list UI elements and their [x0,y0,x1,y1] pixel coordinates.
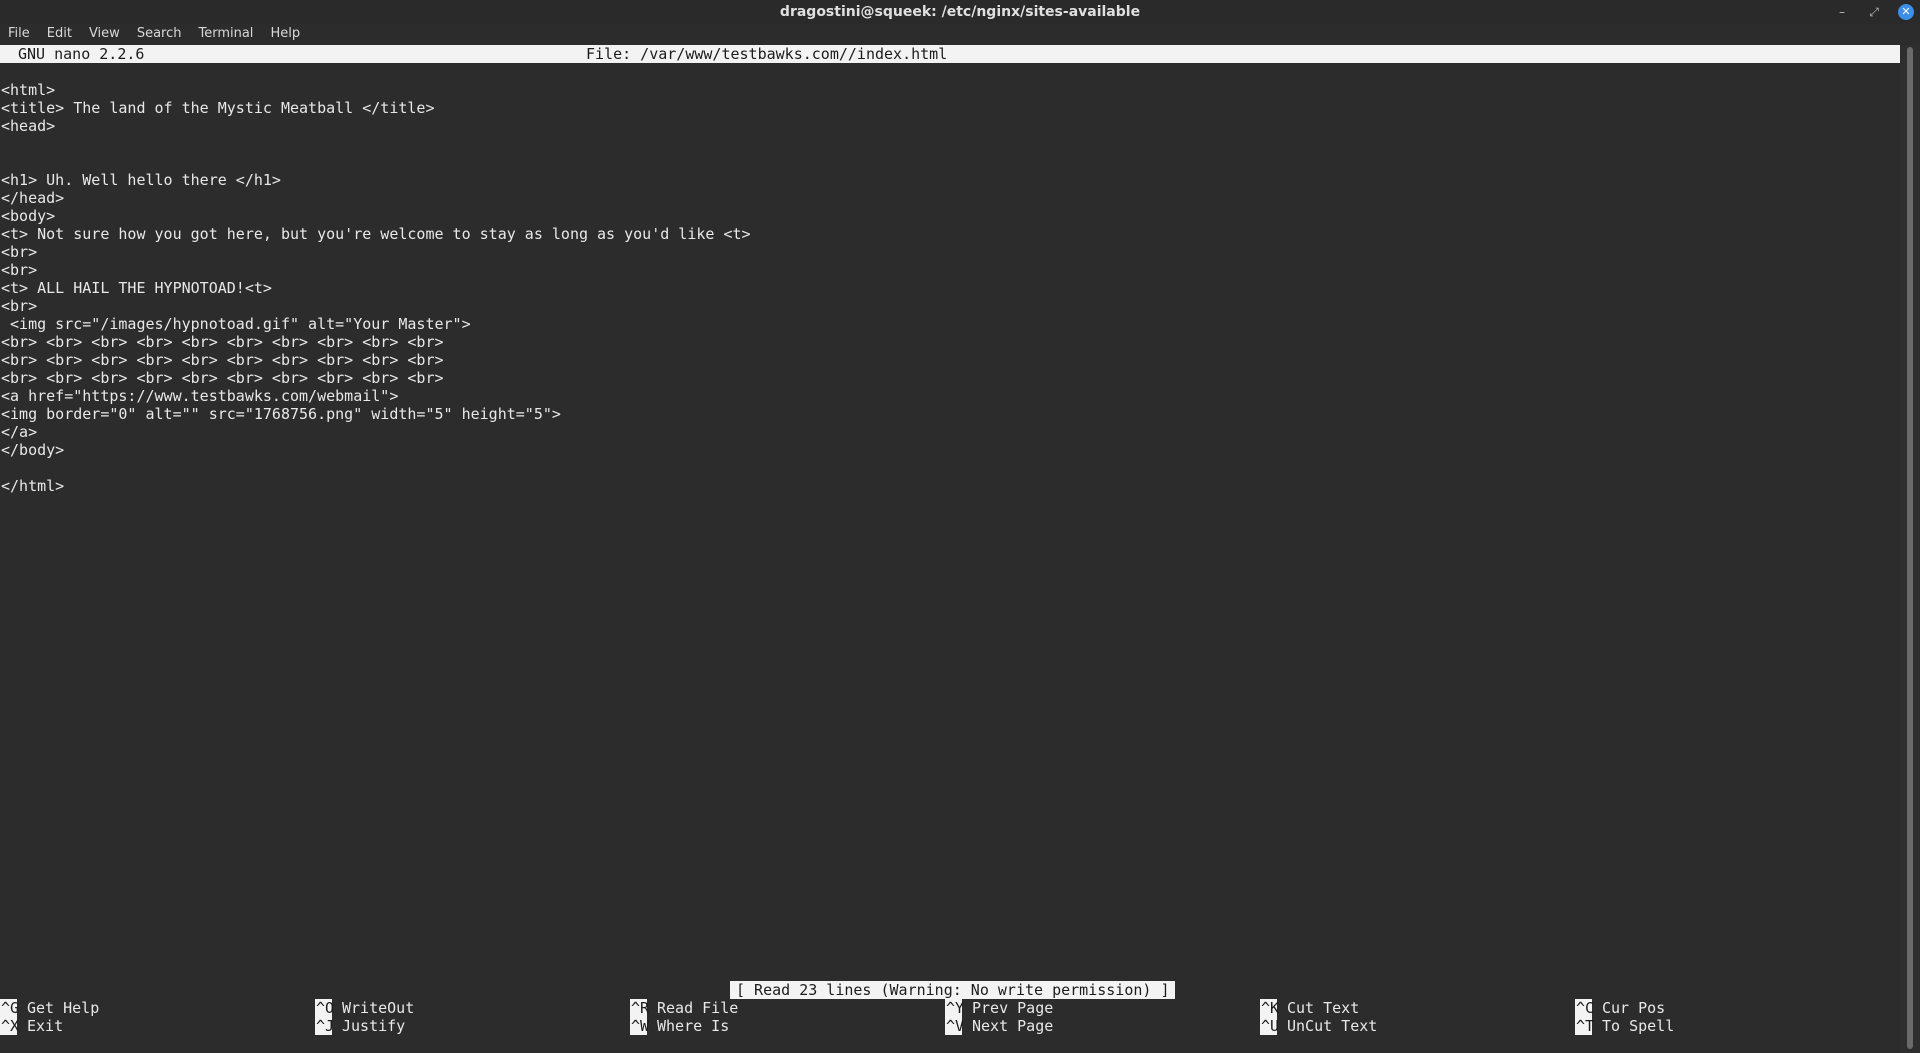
shortcut-prev-page[interactable]: ^Y Prev Page [945,999,1053,1017]
editor-line: <a href="https://www.testbawks.com/webma… [1,387,399,405]
shortcut-label: Read File [657,999,739,1017]
editor-line: <title> The land of the Mystic Meatball … [1,99,435,117]
window-titlebar[interactable]: dragostini@squeek: /etc/nginx/sites-avai… [0,0,1920,24]
menu-edit[interactable]: Edit [47,26,72,41]
editor-line: </html> [1,477,65,495]
editor-line: <t> ALL HAIL THE HYPNOTOAD!<t> [1,279,272,297]
editor-area[interactable]: <html> <title> The land of the Mystic Me… [0,63,1900,983]
shortcut-label: Cur Pos [1602,999,1666,1017]
nano-header: GNU nano 2.2.6 File: /var/www/testbawks.… [0,45,1900,63]
shortcut-label: Next Page [972,1017,1054,1035]
editor-line: <img border="0" alt="" src="1768756.png"… [1,405,561,423]
menu-terminal[interactable]: Terminal [198,26,253,41]
editor-line: </a> [1,423,38,441]
menu-help[interactable]: Help [270,26,300,41]
shortcut-uncut-text[interactable]: ^U UnCut Text [1260,1017,1377,1035]
shortcut-key: ^X [0,1017,20,1035]
nano-file-label: File: /var/www/testbawks.com//index.html [586,45,948,63]
editor-line: <br> [1,297,38,315]
menu-bar: File Edit View Search Terminal Help [0,24,1920,43]
editor-line: <img src="/images/hypnotoad.gif" alt="Yo… [1,315,471,333]
window-title: dragostini@squeek: /etc/nginx/sites-avai… [779,4,1141,20]
editor-line: <h1> Uh. Well hello there </h1> [1,171,281,189]
editor-line: </head> [1,189,65,207]
shortcut-to-spell[interactable]: ^T To Spell [1575,1017,1674,1035]
editor-line: <br> [1,243,38,261]
menu-search[interactable]: Search [137,26,182,41]
shortcut-label: Prev Page [972,999,1054,1017]
shortcut-key: ^J [315,1017,335,1035]
terminal-scrollbar[interactable] [1900,45,1920,1053]
shortcut-label: Get Help [27,999,100,1017]
shortcut-key: ^W [630,1017,650,1035]
close-icon[interactable]: ✕ [1898,4,1914,20]
editor-line: <br> <br> <br> <br> <br> <br> <br> <br> … [1,351,444,369]
shortcut-next-page[interactable]: ^V Next Page [945,1017,1053,1035]
editor-line: <t> Not sure how you got here, but you'r… [1,225,751,243]
shortcut-label: Justify [342,1017,406,1035]
shortcut-key: ^K [1260,999,1280,1017]
shortcut-key: ^R [630,999,650,1017]
editor-line: <br> <br> <br> <br> <br> <br> <br> <br> … [1,333,444,351]
editor-line: <head> [1,117,56,135]
shortcut-label: UnCut Text [1287,1017,1378,1035]
shortcut-read-file[interactable]: ^R Read File [630,999,738,1017]
shortcut-key: ^Y [945,999,965,1017]
shortcut-cut-text[interactable]: ^K Cut Text [1260,999,1359,1017]
shortcut-label: Where Is [657,1017,730,1035]
editor-line: <br> <br> <br> <br> <br> <br> <br> <br> … [1,369,444,387]
editor-line: <body> [1,207,56,225]
window-controls: – ⤢ ✕ [1834,0,1914,24]
shortcut-label: WriteOut [342,999,415,1017]
shortcut-cur-pos[interactable]: ^C Cur Pos [1575,999,1665,1017]
shortcut-where-is[interactable]: ^W Where Is [630,1017,729,1035]
editor-line: <br> [1,261,38,279]
shortcut-key: ^U [1260,1017,1280,1035]
editor-line: </body> [1,441,65,459]
shortcut-key: ^V [945,1017,965,1035]
minimize-icon[interactable]: – [1834,4,1850,20]
shortcut-justify[interactable]: ^J Justify [315,1017,405,1035]
maximize-icon[interactable]: ⤢ [1866,4,1882,20]
scrollbar-thumb[interactable] [1907,47,1913,1049]
shortcut-key: ^T [1575,1017,1595,1035]
shortcut-key: ^O [315,999,335,1017]
shortcut-writeout[interactable]: ^O WriteOut [315,999,414,1017]
status-message: [ Read 23 lines (Warning: No write permi… [730,981,1176,999]
menu-view[interactable]: View [89,26,120,41]
menu-file[interactable]: File [8,26,30,41]
shortcut-get-help[interactable]: ^G Get Help [0,999,99,1017]
nano-version: GNU nano 2.2.6 [18,45,145,63]
shortcut-key: ^C [1575,999,1595,1017]
shortcut-exit[interactable]: ^X Exit [0,1017,63,1035]
shortcut-label: To Spell [1602,1017,1675,1035]
editor-line: <html> [1,81,56,99]
shortcut-label: Exit [27,1017,64,1035]
shortcut-key: ^G [0,999,20,1017]
shortcut-label: Cut Text [1287,999,1360,1017]
